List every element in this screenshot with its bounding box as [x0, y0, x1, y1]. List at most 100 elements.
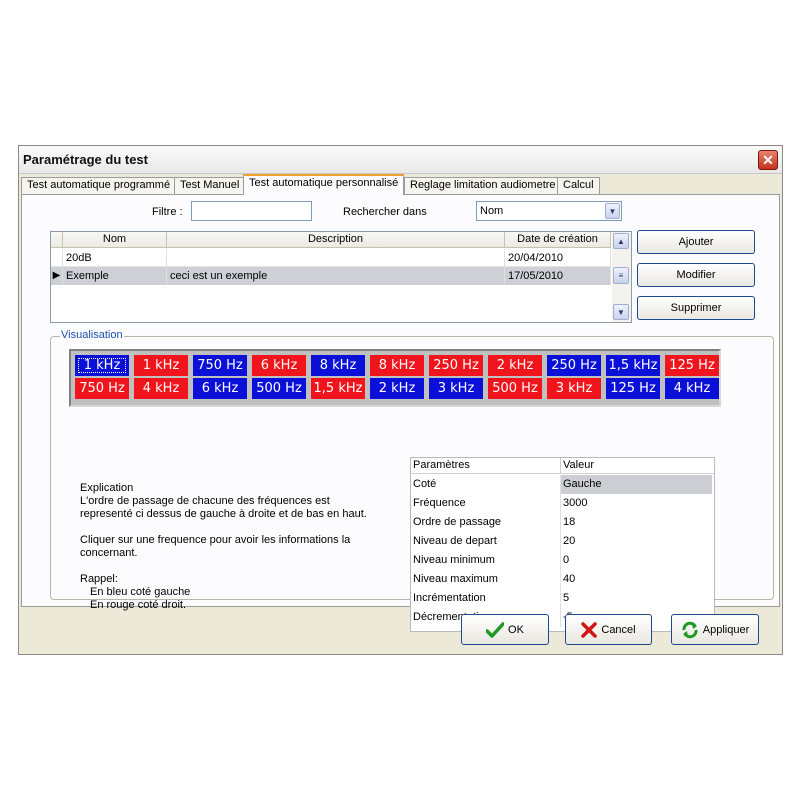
parameter-row[interactable]: Niveau de depart 20 [411, 532, 714, 551]
frequency-button-red[interactable]: 125 Hz [665, 355, 719, 376]
close-icon: ✕ [762, 151, 774, 168]
cell-description: ceci est un exemple [167, 267, 505, 285]
explanation-text: Explication L'ordre de passage de chacun… [80, 482, 400, 612]
parameter-name: Niveau de depart [411, 532, 561, 551]
scroll-thumb[interactable]: ≡ [613, 267, 629, 284]
add-button[interactable]: Ajouter [637, 230, 755, 254]
frequency-button-blue[interactable]: 500 Hz [252, 378, 306, 399]
chevron-down-icon: ▼ [608, 206, 617, 216]
tab-label: Test automatique programmé [27, 179, 171, 191]
apply-label: Appliquer [702, 623, 750, 636]
frequency-button-blue[interactable]: 125 Hz [606, 378, 660, 399]
explanation-line: Cliquer sur une frequence pour avoir les… [80, 534, 351, 546]
search-in-select[interactable]: Nom ▼ [476, 201, 622, 221]
left-side-note: En bleu coté gauche [90, 586, 191, 598]
frequency-button-blue[interactable]: 1,5 kHz [606, 355, 660, 376]
search-in-value: Nom [480, 205, 504, 217]
frequency-button-blue[interactable]: 2 kHz [370, 378, 424, 399]
red-x-icon [581, 621, 598, 638]
tab-label: Test Manuel [180, 179, 240, 191]
close-button[interactable]: ✕ [758, 150, 778, 170]
delete-button[interactable]: Supprimer [637, 296, 755, 320]
parameter-row[interactable]: Ordre de passage 18 [411, 513, 714, 532]
frequency-button-red[interactable]: 6 kHz [252, 355, 306, 376]
parameter-row[interactable]: Niveau maximum 40 [411, 570, 714, 589]
frequency-button-blue[interactable]: 4 kHz [665, 378, 719, 399]
tab-reglage-limitation-audiometre[interactable]: Reglage limitation audiometre [404, 177, 562, 194]
frequency-button-red[interactable]: 3 kHz [547, 378, 601, 399]
filter-label: Filtre : [152, 206, 183, 218]
title-bar: Paramétrage du test ✕ [19, 146, 782, 174]
parameter-value: 40 [563, 573, 576, 585]
frequency-button-red[interactable]: 1,5 kHz [311, 378, 365, 399]
frequency-button-red[interactable]: 2 kHz [488, 355, 542, 376]
cell-date: 17/05/2010 [505, 267, 611, 285]
ok-button[interactable]: OK [461, 614, 549, 645]
ok-label: OK [508, 623, 524, 636]
scroll-down-button[interactable]: ▼ [613, 304, 629, 320]
parameter-value: 0 [563, 554, 570, 566]
explanation-line: representé ci dessus de gauche à droite … [80, 508, 367, 520]
tab-test-automatique-programme[interactable]: Test automatique programmé [21, 177, 177, 194]
frequency-button-red[interactable]: 1 kHz [134, 355, 188, 376]
frequency-button-blue[interactable]: 6 kHz [193, 378, 247, 399]
tab-test-automatique-personnalise[interactable]: Test automatique personnalisé [243, 174, 405, 195]
cell-nom: 20dB [63, 249, 167, 267]
explanation-line: concernant. [80, 547, 138, 559]
parameter-value: Gauche [561, 475, 712, 494]
tab-label: Calcul [563, 179, 594, 191]
table-row[interactable]: 20dB 20/04/2010 [51, 249, 611, 267]
frequency-button-red[interactable]: 8 kHz [370, 355, 424, 376]
frequency-button-red[interactable]: 750 Hz [75, 378, 129, 399]
parameter-row[interactable]: Coté Gauche [411, 475, 714, 494]
chevron-down-icon: ▼ [617, 307, 625, 317]
column-header-nom[interactable]: Nom [63, 232, 167, 248]
frequency-button-blue[interactable]: 1 kHz [75, 355, 129, 376]
scroll-up-button[interactable]: ▲ [613, 233, 629, 249]
column-header-parametres[interactable]: Paramètres [411, 458, 561, 474]
grip-icon: ≡ [618, 271, 624, 280]
tab-test-manuel[interactable]: Test Manuel [174, 177, 246, 194]
rappel-title: Rappel: [80, 573, 118, 585]
test-list-table: Nom Description Date de création 20dB 20… [50, 231, 632, 323]
parameter-name: Ordre de passage [411, 513, 561, 532]
parameter-value: 20 [563, 535, 576, 547]
parameter-row[interactable]: Incrémentation 5 [411, 589, 714, 608]
frequency-button-blue[interactable]: 3 kHz [429, 378, 483, 399]
filter-input[interactable] [191, 201, 312, 221]
dialog-window: Paramétrage du test ✕ Test automatique p… [18, 145, 783, 655]
frequency-button-blue[interactable]: 750 Hz [193, 355, 247, 376]
tab-panel: Filtre : Rechercher dans Nom ▼ Nom Descr… [21, 194, 780, 632]
parameter-value: 3000 [563, 497, 588, 509]
column-header-valeur[interactable]: Valeur [561, 458, 714, 474]
parameter-value: 18 [563, 516, 576, 528]
parameter-row[interactable]: Niveau minimum 0 [411, 551, 714, 570]
parameter-name: Coté [411, 475, 561, 494]
frequency-button-blue[interactable]: 8 kHz [311, 355, 365, 376]
visualisation-legend: Visualisation [60, 329, 124, 341]
refresh-icon [682, 621, 698, 638]
explanation-line: L'ordre de passage de chacune des fréque… [80, 495, 330, 507]
dropdown-arrow-button[interactable]: ▼ [605, 203, 620, 219]
dialog-footer: OK Cancel Appliquer [19, 608, 782, 654]
parameter-row[interactable]: Fréquence 3000 [411, 494, 714, 513]
list-scrollbar[interactable]: ▲ ≡ ▼ [612, 232, 631, 322]
cell-date: 20/04/2010 [505, 249, 611, 267]
explanation-title: Explication [80, 482, 134, 494]
frequency-button-red[interactable]: 250 Hz [429, 355, 483, 376]
cancel-button[interactable]: Cancel [565, 614, 652, 645]
column-header-description[interactable]: Description [167, 232, 505, 248]
frequency-button-red[interactable]: 500 Hz [488, 378, 542, 399]
search-in-label: Rechercher dans [343, 206, 427, 218]
window-title: Paramétrage du test [23, 152, 148, 167]
cell-nom: Exemple [63, 267, 167, 285]
table-row-selected[interactable]: ▶ Exemple ceci est un exemple 17/05/2010 [51, 267, 611, 285]
apply-button[interactable]: Appliquer [671, 614, 759, 645]
chevron-up-icon: ▲ [617, 236, 625, 246]
frequency-strip: 1 kHz 1 kHz 750 Hz 6 kHz 8 kHz 8 kHz 250 Hz 2 k… [69, 349, 721, 407]
edit-button[interactable]: Modifier [637, 263, 755, 287]
frequency-button-blue[interactable]: 250 Hz [547, 355, 601, 376]
frequency-button-red[interactable]: 4 kHz [134, 378, 188, 399]
column-header-date[interactable]: Date de création [505, 232, 611, 248]
tab-calcul[interactable]: Calcul [557, 177, 600, 194]
